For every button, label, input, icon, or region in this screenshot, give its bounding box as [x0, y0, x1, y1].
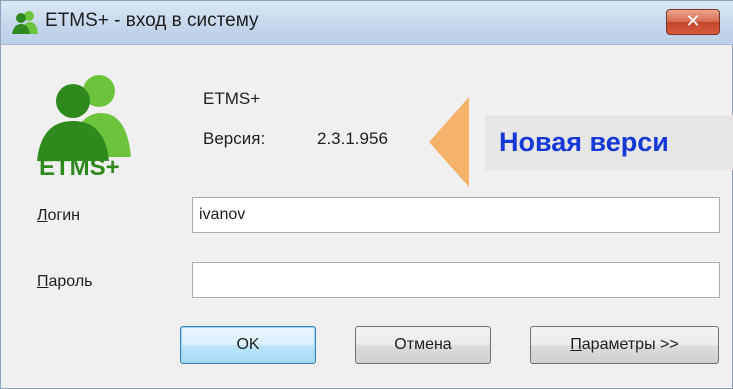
version-label: Версия:	[203, 129, 266, 148]
close-icon: ✕	[685, 11, 701, 32]
login-dialog: ETMS+ - вход в систему ✕ ETMS+ ETMS+ Вер…	[0, 0, 733, 389]
parameters-button[interactable]: Параметры >>	[530, 326, 719, 364]
new-version-text: Новая верси	[499, 127, 669, 157]
new-version-callout: Новая верси	[485, 115, 733, 170]
etms-app-icon	[12, 11, 38, 34]
app-name: ETMS+	[203, 89, 261, 108]
login-label-accelerator: Л	[37, 207, 48, 224]
close-button[interactable]: ✕	[666, 9, 720, 35]
login-input[interactable]	[192, 197, 720, 233]
parameters-button-text: араметры >>	[581, 336, 679, 353]
password-label-accelerator: П	[37, 273, 49, 290]
password-input[interactable]	[192, 262, 720, 298]
password-label-text: ароль	[48, 273, 93, 290]
window-title: ETMS+ - вход в систему	[45, 10, 259, 31]
login-label: Логин	[37, 207, 80, 225]
login-label-text: огин	[47, 207, 81, 224]
etms-logo: ETMS+	[37, 75, 131, 181]
cancel-button[interactable]: Отмена	[355, 326, 491, 364]
version-value: 2.3.1.956	[317, 129, 388, 148]
title-bar[interactable]: ETMS+ - вход в систему ✕	[1, 1, 733, 45]
callout-arrow-icon	[429, 97, 469, 187]
parameters-button-accelerator: П	[570, 336, 582, 353]
password-label: Пароль	[37, 273, 93, 291]
logo-text: ETMS+	[39, 154, 120, 181]
ok-button[interactable]: OK	[180, 326, 316, 364]
